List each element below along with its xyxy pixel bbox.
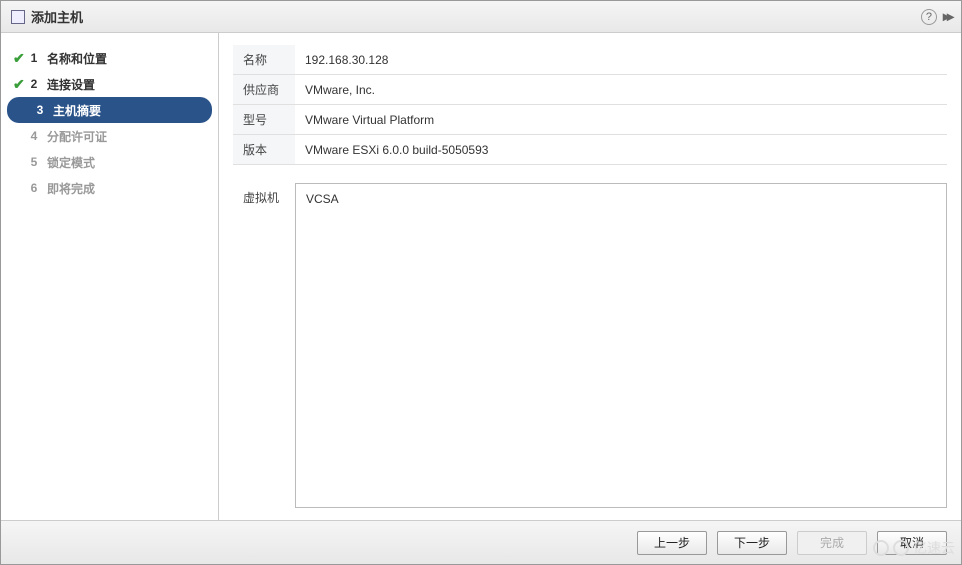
step-number: 6 [27, 181, 41, 195]
check-icon: ✔ [13, 50, 27, 67]
step-label: 连接设置 [41, 76, 95, 93]
step-name-location[interactable]: ✔ 1 名称和位置 [1, 45, 218, 71]
host-icon [11, 10, 25, 24]
value-name: 192.168.30.128 [295, 45, 947, 75]
step-number: 3 [33, 103, 47, 117]
finish-button[interactable]: 完成 [797, 531, 867, 555]
back-button[interactable]: 上一步 [637, 531, 707, 555]
step-connection[interactable]: ✔ 2 连接设置 [1, 71, 218, 97]
value-version: VMware ESXi 6.0.0 build-5050593 [295, 135, 947, 165]
label-vendor: 供应商 [233, 75, 295, 105]
step-number: 5 [27, 155, 41, 169]
wizard-steps-sidebar: ✔ 1 名称和位置 ✔ 2 连接设置 ✔ 3 主机摘要 ✔ 4 分配许可证 ✔ … [1, 33, 219, 520]
expand-icon[interactable]: ▸▸ [943, 8, 951, 25]
content-panel: 名称 192.168.30.128 供应商 VMware, Inc. 型号 VM… [219, 33, 961, 520]
next-button[interactable]: 下一步 [717, 531, 787, 555]
step-lockdown[interactable]: ✔ 5 锁定模式 [1, 149, 218, 175]
row-vendor: 供应商 VMware, Inc. [233, 75, 947, 105]
value-vendor: VMware, Inc. [295, 75, 947, 105]
vm-list-item: VCSA [306, 192, 936, 206]
label-vm: 虚拟机 [233, 183, 295, 508]
help-icon[interactable]: ? [921, 9, 937, 25]
step-number: 4 [27, 129, 41, 143]
step-number: 1 [27, 51, 41, 65]
step-number: 2 [27, 77, 41, 91]
row-version: 版本 VMware ESXi 6.0.0 build-5050593 [233, 135, 947, 165]
vm-section: 虚拟机 VCSA [233, 183, 947, 508]
host-summary-table: 名称 192.168.30.128 供应商 VMware, Inc. 型号 VM… [233, 45, 947, 165]
row-name: 名称 192.168.30.128 [233, 45, 947, 75]
label-name: 名称 [233, 45, 295, 75]
label-model: 型号 [233, 105, 295, 135]
step-label: 即将完成 [41, 180, 95, 197]
check-icon: ✔ [13, 76, 27, 93]
label-version: 版本 [233, 135, 295, 165]
step-host-summary[interactable]: ✔ 3 主机摘要 [7, 97, 212, 123]
step-label: 分配许可证 [41, 128, 107, 145]
step-label: 锁定模式 [41, 154, 95, 171]
main-area: ✔ 1 名称和位置 ✔ 2 连接设置 ✔ 3 主机摘要 ✔ 4 分配许可证 ✔ … [1, 33, 961, 520]
step-ready[interactable]: ✔ 6 即将完成 [1, 175, 218, 201]
vm-list-box: VCSA [295, 183, 947, 508]
step-label: 名称和位置 [41, 50, 107, 67]
value-model: VMware Virtual Platform [295, 105, 947, 135]
cancel-button[interactable]: 取消 [877, 531, 947, 555]
step-license[interactable]: ✔ 4 分配许可证 [1, 123, 218, 149]
footer-buttons: 上一步 下一步 完成 取消 [1, 520, 961, 564]
window-title: 添加主机 [31, 7, 921, 26]
row-model: 型号 VMware Virtual Platform [233, 105, 947, 135]
titlebar: 添加主机 ? ▸▸ [1, 1, 961, 33]
step-label: 主机摘要 [47, 102, 101, 119]
